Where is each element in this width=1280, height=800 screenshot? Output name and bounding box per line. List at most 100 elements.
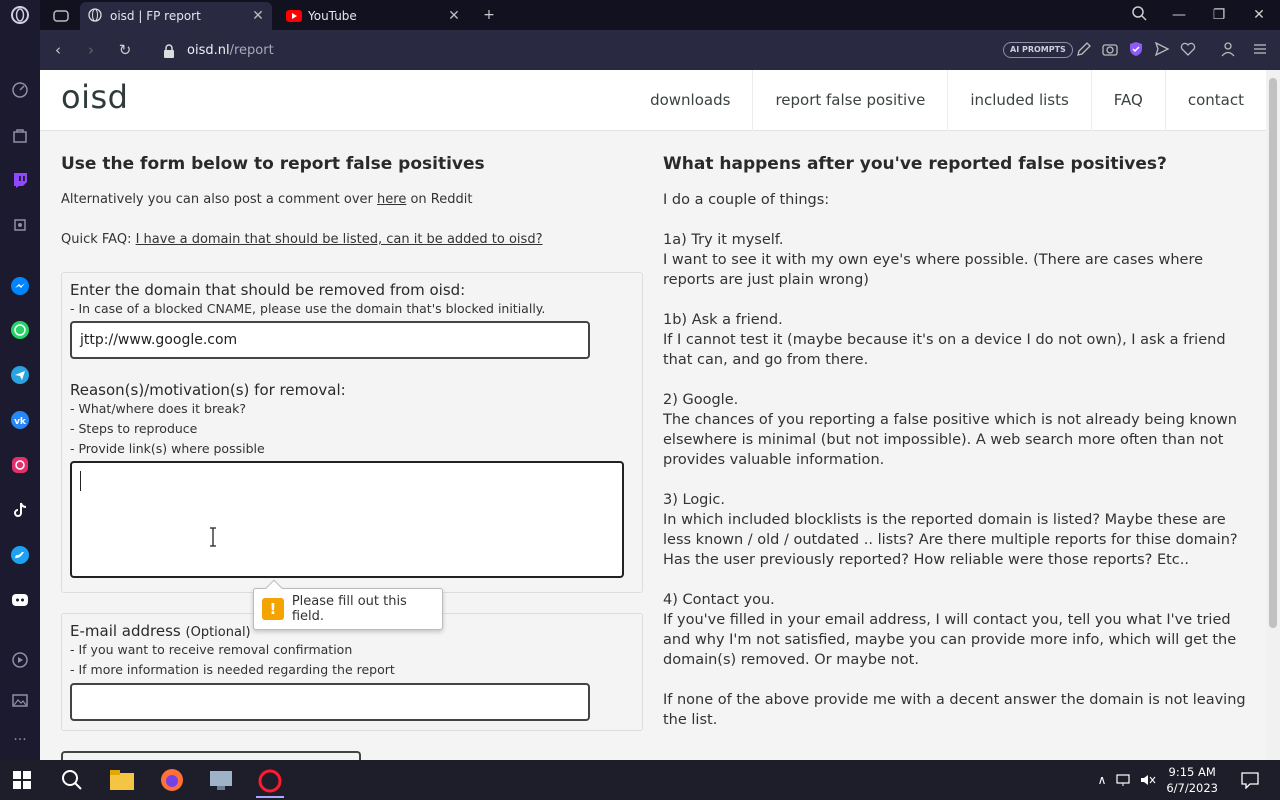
reason-hint: - What/where does it break? bbox=[70, 401, 247, 416]
vk-icon[interactable]: vk bbox=[10, 410, 30, 430]
ai-prompts-button[interactable]: AI PROMPTS bbox=[1003, 42, 1073, 58]
minimize-icon[interactable]: — bbox=[1169, 5, 1189, 25]
validation-tooltip: ! Please fill out this field. bbox=[253, 579, 443, 630]
shopping-bag-icon[interactable] bbox=[10, 125, 30, 145]
opera-logo-icon[interactable] bbox=[10, 5, 30, 25]
clock-time: 9:15 AM bbox=[1168, 765, 1216, 779]
edit-icon[interactable] bbox=[1076, 41, 1094, 59]
ai-chip-icon[interactable] bbox=[10, 215, 30, 235]
close-tab-icon[interactable]: ✕ bbox=[446, 8, 462, 24]
vpn-shield-icon[interactable] bbox=[1128, 41, 1146, 59]
more-icon[interactable]: ··· bbox=[10, 730, 30, 750]
send-icon[interactable] bbox=[1154, 41, 1172, 59]
lock-icon bbox=[163, 43, 175, 58]
info-paragraph: I do a couple of things: bbox=[663, 192, 830, 208]
email-hint: - If you want to receive removal confirm… bbox=[70, 642, 353, 657]
profile-icon[interactable] bbox=[1220, 41, 1238, 59]
twitch-icon[interactable] bbox=[10, 170, 30, 190]
windows-start-icon[interactable] bbox=[8, 766, 36, 794]
faq-link[interactable]: I have a domain that should be listed, c… bbox=[136, 232, 543, 247]
search-tabs-icon[interactable] bbox=[1129, 5, 1149, 25]
firefox-icon[interactable] bbox=[158, 766, 186, 794]
player-icon[interactable] bbox=[10, 650, 30, 670]
twitter-icon[interactable] bbox=[10, 545, 30, 565]
nav-report-false-positive[interactable]: report false positive bbox=[752, 70, 947, 131]
email-hint: - If more information is needed regardin… bbox=[70, 662, 395, 677]
quick-faq: Quick FAQ: I have a domain that should b… bbox=[61, 230, 643, 250]
tiktok-icon[interactable] bbox=[10, 500, 30, 520]
clock-date: 6/7/2023 bbox=[1166, 781, 1218, 795]
report-form-column: Use the form below to report false posit… bbox=[61, 154, 643, 760]
email-label-text: E-mail address bbox=[70, 622, 181, 640]
info-paragraph: 4) Contact you. If you've filled in your … bbox=[663, 592, 1237, 668]
messenger-icon[interactable] bbox=[10, 276, 30, 296]
search-icon[interactable] bbox=[58, 766, 86, 794]
whatsapp-icon[interactable] bbox=[10, 320, 30, 340]
windows-taskbar: ∧ 9:15 AM 6/7/2023 bbox=[0, 760, 1280, 800]
email-input[interactable] bbox=[70, 683, 590, 721]
tray-chevron-icon[interactable]: ∧ bbox=[1092, 766, 1112, 794]
site-logo[interactable]: oisd bbox=[61, 78, 128, 116]
page-scrollbar[interactable] bbox=[1266, 70, 1280, 760]
info-paragraph: 3) Logic. In which included blocklists is… bbox=[663, 492, 1238, 568]
reddit-note-suffix: on Reddit bbox=[406, 192, 473, 207]
restore-icon[interactable]: ❐ bbox=[1209, 5, 1229, 25]
easy-setup-icon[interactable] bbox=[1252, 41, 1270, 59]
domain-hint: - In case of a blocked CNAME, please use… bbox=[70, 301, 546, 316]
telegram-icon[interactable] bbox=[10, 365, 30, 385]
reason-hint: - Provide link(s) where possible bbox=[70, 441, 265, 456]
nav-downloads[interactable]: downloads bbox=[628, 70, 752, 131]
camera-icon[interactable] bbox=[1102, 41, 1120, 59]
info-paragraph: 2) Google. The chances of you reporting a… bbox=[663, 392, 1237, 468]
site-nav: downloads report false positive included… bbox=[628, 70, 1266, 131]
reason-textarea[interactable] bbox=[70, 461, 624, 578]
reload-icon[interactable]: ↻ bbox=[115, 40, 135, 60]
file-explorer-icon[interactable] bbox=[108, 766, 136, 794]
discord-icon[interactable] bbox=[10, 590, 30, 610]
nav-contact[interactable]: contact bbox=[1164, 70, 1266, 131]
close-tab-icon[interactable]: ✕ bbox=[250, 8, 266, 24]
clock[interactable]: 9:15 AM 6/7/2023 bbox=[1166, 764, 1218, 796]
reason-hint: - Steps to reproduce bbox=[70, 421, 198, 436]
domain-reason-box: Enter the domain that should be removed … bbox=[61, 272, 643, 593]
tab-oisd[interactable]: oisd | FP report ✕ bbox=[80, 2, 272, 30]
gallery-icon[interactable] bbox=[10, 690, 30, 710]
youtube-icon bbox=[286, 10, 302, 22]
nav-faq[interactable]: FAQ bbox=[1090, 70, 1165, 131]
opera-sidebar: vk ··· bbox=[0, 0, 40, 760]
svg-text:vk: vk bbox=[14, 417, 27, 427]
scrollbar-thumb[interactable] bbox=[1269, 78, 1277, 628]
back-icon[interactable]: ‹ bbox=[48, 40, 68, 60]
domain-input[interactable]: jttp://www.google.com bbox=[70, 321, 590, 359]
speed-dial-icon[interactable] bbox=[10, 80, 30, 100]
tab-youtube[interactable]: YouTube ✕ bbox=[278, 2, 468, 30]
url-host: oisd.nl bbox=[187, 42, 230, 58]
reddit-link[interactable]: here bbox=[377, 192, 406, 207]
volume-muted-icon[interactable] bbox=[1138, 766, 1158, 794]
network-app-icon[interactable] bbox=[207, 766, 235, 794]
nav-included-lists[interactable]: included lists bbox=[947, 70, 1090, 131]
email-box: E-mail address (Optional) - If you want … bbox=[61, 613, 643, 731]
address-bar: ‹ › ↻ oisd.nl/report AI PROMPTS bbox=[40, 30, 1280, 70]
tab-title: YouTube bbox=[308, 9, 357, 23]
workspaces-icon[interactable] bbox=[45, 2, 75, 30]
reason-label: Reason(s)/motivation(s) for removal: bbox=[70, 381, 346, 399]
heart-icon[interactable] bbox=[1180, 41, 1198, 59]
url-path: /report bbox=[229, 42, 274, 58]
form-heading: Use the form below to report false posit… bbox=[61, 154, 485, 174]
globe-icon bbox=[88, 8, 104, 24]
info-column: What happens after you've reported false… bbox=[663, 154, 1253, 750]
notification-icon[interactable] bbox=[1236, 766, 1264, 794]
new-tab-icon[interactable]: + bbox=[479, 5, 499, 25]
close-window-icon[interactable]: ✕ bbox=[1249, 5, 1269, 25]
info-text: I do a couple of things: 1a) Try it myse… bbox=[663, 190, 1253, 730]
tab-title: oisd | FP report bbox=[110, 9, 201, 23]
opera-taskbar-icon[interactable] bbox=[256, 766, 284, 798]
url-field[interactable]: oisd.nl/report bbox=[145, 36, 975, 64]
submit-button[interactable] bbox=[61, 751, 361, 760]
quick-faq-prefix: Quick FAQ: bbox=[61, 232, 136, 247]
text-cursor-icon bbox=[210, 527, 216, 547]
instagram-icon[interactable] bbox=[10, 455, 30, 475]
network-icon[interactable] bbox=[1114, 766, 1134, 794]
forward-icon[interactable]: › bbox=[81, 40, 101, 60]
